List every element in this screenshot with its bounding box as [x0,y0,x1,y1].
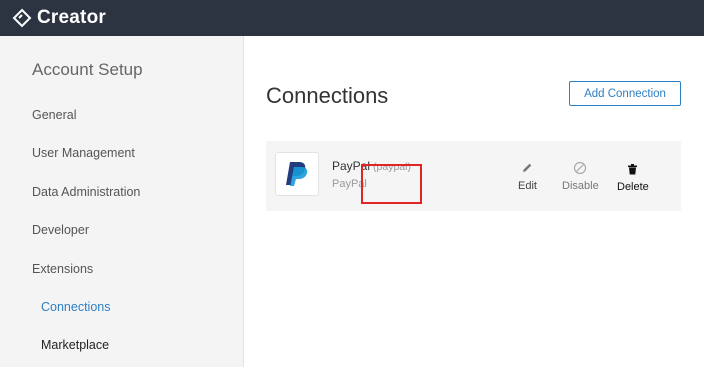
edit-label: Edit [518,180,537,192]
creator-logo[interactable]: Creator [12,0,106,36]
main-content: Connections Add Connection PayPal (paypal… [245,36,704,367]
paypal-icon [286,162,308,186]
sidebar-item-developer[interactable]: Developer [32,223,89,237]
app-name: Creator [37,7,106,28]
disable-label: Disable [562,180,599,192]
trash-icon [626,162,640,176]
top-bar: Creator [0,0,704,36]
sidebar-item-general[interactable]: General [32,108,76,122]
sidebar: Account Setup General User Management Da… [0,36,244,367]
disable-icon [573,161,587,175]
add-connection-button[interactable]: Add Connection [569,81,681,106]
page-title: Connections [266,83,389,108]
delete-label: Delete [617,181,649,193]
sidebar-item-extensions[interactable]: Extensions [32,262,93,276]
sidebar-subitem-marketplace[interactable]: Marketplace [41,338,109,352]
connection-card: PayPal (paypal) PayPal Edit Disable Delet… [266,141,681,211]
sidebar-item-user-management[interactable]: User Management [32,146,135,160]
delete-highlight-box [361,164,422,204]
sidebar-title: Account Setup [32,60,143,79]
delete-button[interactable]: Delete [617,162,649,193]
paypal-logo [275,152,319,196]
edit-button[interactable]: Edit [518,161,537,192]
sidebar-item-data-administration[interactable]: Data Administration [32,185,140,199]
disable-button[interactable]: Disable [562,161,599,192]
sidebar-subitem-connections[interactable]: Connections [41,300,111,314]
creator-logo-icon [12,8,32,28]
pencil-icon [520,161,534,175]
